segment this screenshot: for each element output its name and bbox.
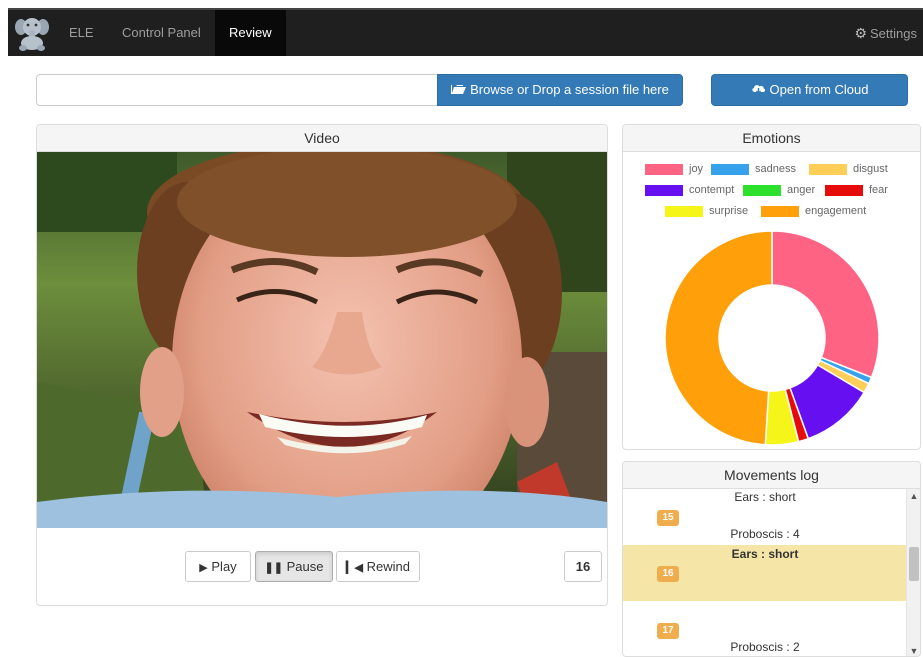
movements-log-list[interactable]: Ears : short 15 Proboscis : 4 Ears : sho… (623, 489, 907, 656)
rewind-icon: ▎◀ (346, 562, 363, 574)
nav-item-ele[interactable]: ELE (55, 10, 108, 56)
emotions-panel-title: Emotions (623, 125, 920, 152)
log-entry-badge: 16 (657, 566, 679, 582)
play-icon: ▶ (199, 562, 208, 574)
settings-link[interactable]: ⚙ Settings (854, 10, 917, 56)
legend-item-disgust: disgust (809, 163, 888, 177)
video-panel: Video ▶ Play ❚❚ Pause ▎◀ Rewind 16 (36, 124, 608, 606)
log-entry-text: Ears : short (731, 547, 799, 561)
donut-slice-engagement[interactable] (664, 230, 773, 446)
rewind-button[interactable]: ▎◀ Rewind (336, 551, 420, 582)
nav-item-review[interactable]: Review (215, 10, 286, 56)
play-button[interactable]: ▶ Play (185, 551, 251, 582)
scroll-up-icon[interactable]: ▲ (907, 489, 920, 503)
movements-log-title: Movements log (623, 462, 920, 489)
log-entry-badge: 17 (657, 623, 679, 639)
open-from-cloud-label: Open from Cloud (769, 82, 869, 97)
log-entry-badge: 15 (657, 510, 679, 526)
rewind-label: Rewind (366, 559, 410, 574)
browse-file-label: Browse or Drop a session file here (470, 82, 669, 97)
nav-item-control-panel[interactable]: Control Panel (108, 10, 215, 56)
log-entry-text: Proboscis : 2 (730, 640, 800, 654)
scroll-thumb[interactable] (909, 547, 919, 581)
log-scrollbar[interactable]: ▲ ▼ (906, 489, 920, 656)
video-frame-image (37, 152, 607, 528)
scroll-down-icon[interactable]: ▼ (907, 644, 920, 656)
gear-icon: ⚙ (854, 25, 868, 41)
session-file-input[interactable] (36, 74, 438, 106)
pause-icon: ❚❚ (264, 562, 283, 574)
emotions-panel: Emotions joy sadness disgust contempt an… (622, 124, 921, 450)
legend-item-contempt: contempt (645, 184, 734, 198)
play-label: Play (211, 559, 237, 574)
pause-button[interactable]: ❚❚ Pause (255, 551, 333, 582)
legend-item-fear: fear (825, 184, 888, 198)
legend-item-anger: anger (743, 184, 815, 198)
legend-item-surprise: surprise (665, 205, 748, 219)
log-entry-text: Ears : short (734, 490, 796, 504)
cloud-download-icon (751, 75, 766, 105)
frame-counter: 16 (564, 551, 602, 582)
legend-item-sadness: sadness (711, 163, 796, 177)
legend-item-joy: joy (645, 163, 703, 177)
elephant-logo-icon[interactable] (14, 14, 50, 52)
folder-open-icon (451, 75, 467, 105)
browse-file-button[interactable]: Browse or Drop a session file here (437, 74, 683, 106)
log-entry-16[interactable]: Ears : short 16 (623, 545, 907, 601)
open-from-cloud-button[interactable]: Open from Cloud (711, 74, 908, 106)
movements-log-panel: Movements log Ears : short 15 Proboscis … (622, 461, 921, 657)
pause-label: Pause (286, 559, 324, 574)
video-player[interactable] (37, 152, 607, 528)
top-navbar: ELE Control Panel Review ⚙ Settings (8, 8, 923, 56)
legend-item-engagement: engagement (761, 205, 866, 219)
log-entry-17[interactable]: 17 Proboscis : 2 (623, 601, 907, 656)
log-entry-text: Proboscis : 4 (730, 527, 800, 541)
log-entry-15[interactable]: Ears : short 15 Proboscis : 4 (623, 489, 907, 545)
video-panel-title: Video (37, 125, 607, 152)
donut-slice-joy[interactable] (771, 230, 880, 379)
emotions-donut-chart[interactable] (663, 229, 881, 447)
settings-label: Settings (870, 26, 917, 41)
